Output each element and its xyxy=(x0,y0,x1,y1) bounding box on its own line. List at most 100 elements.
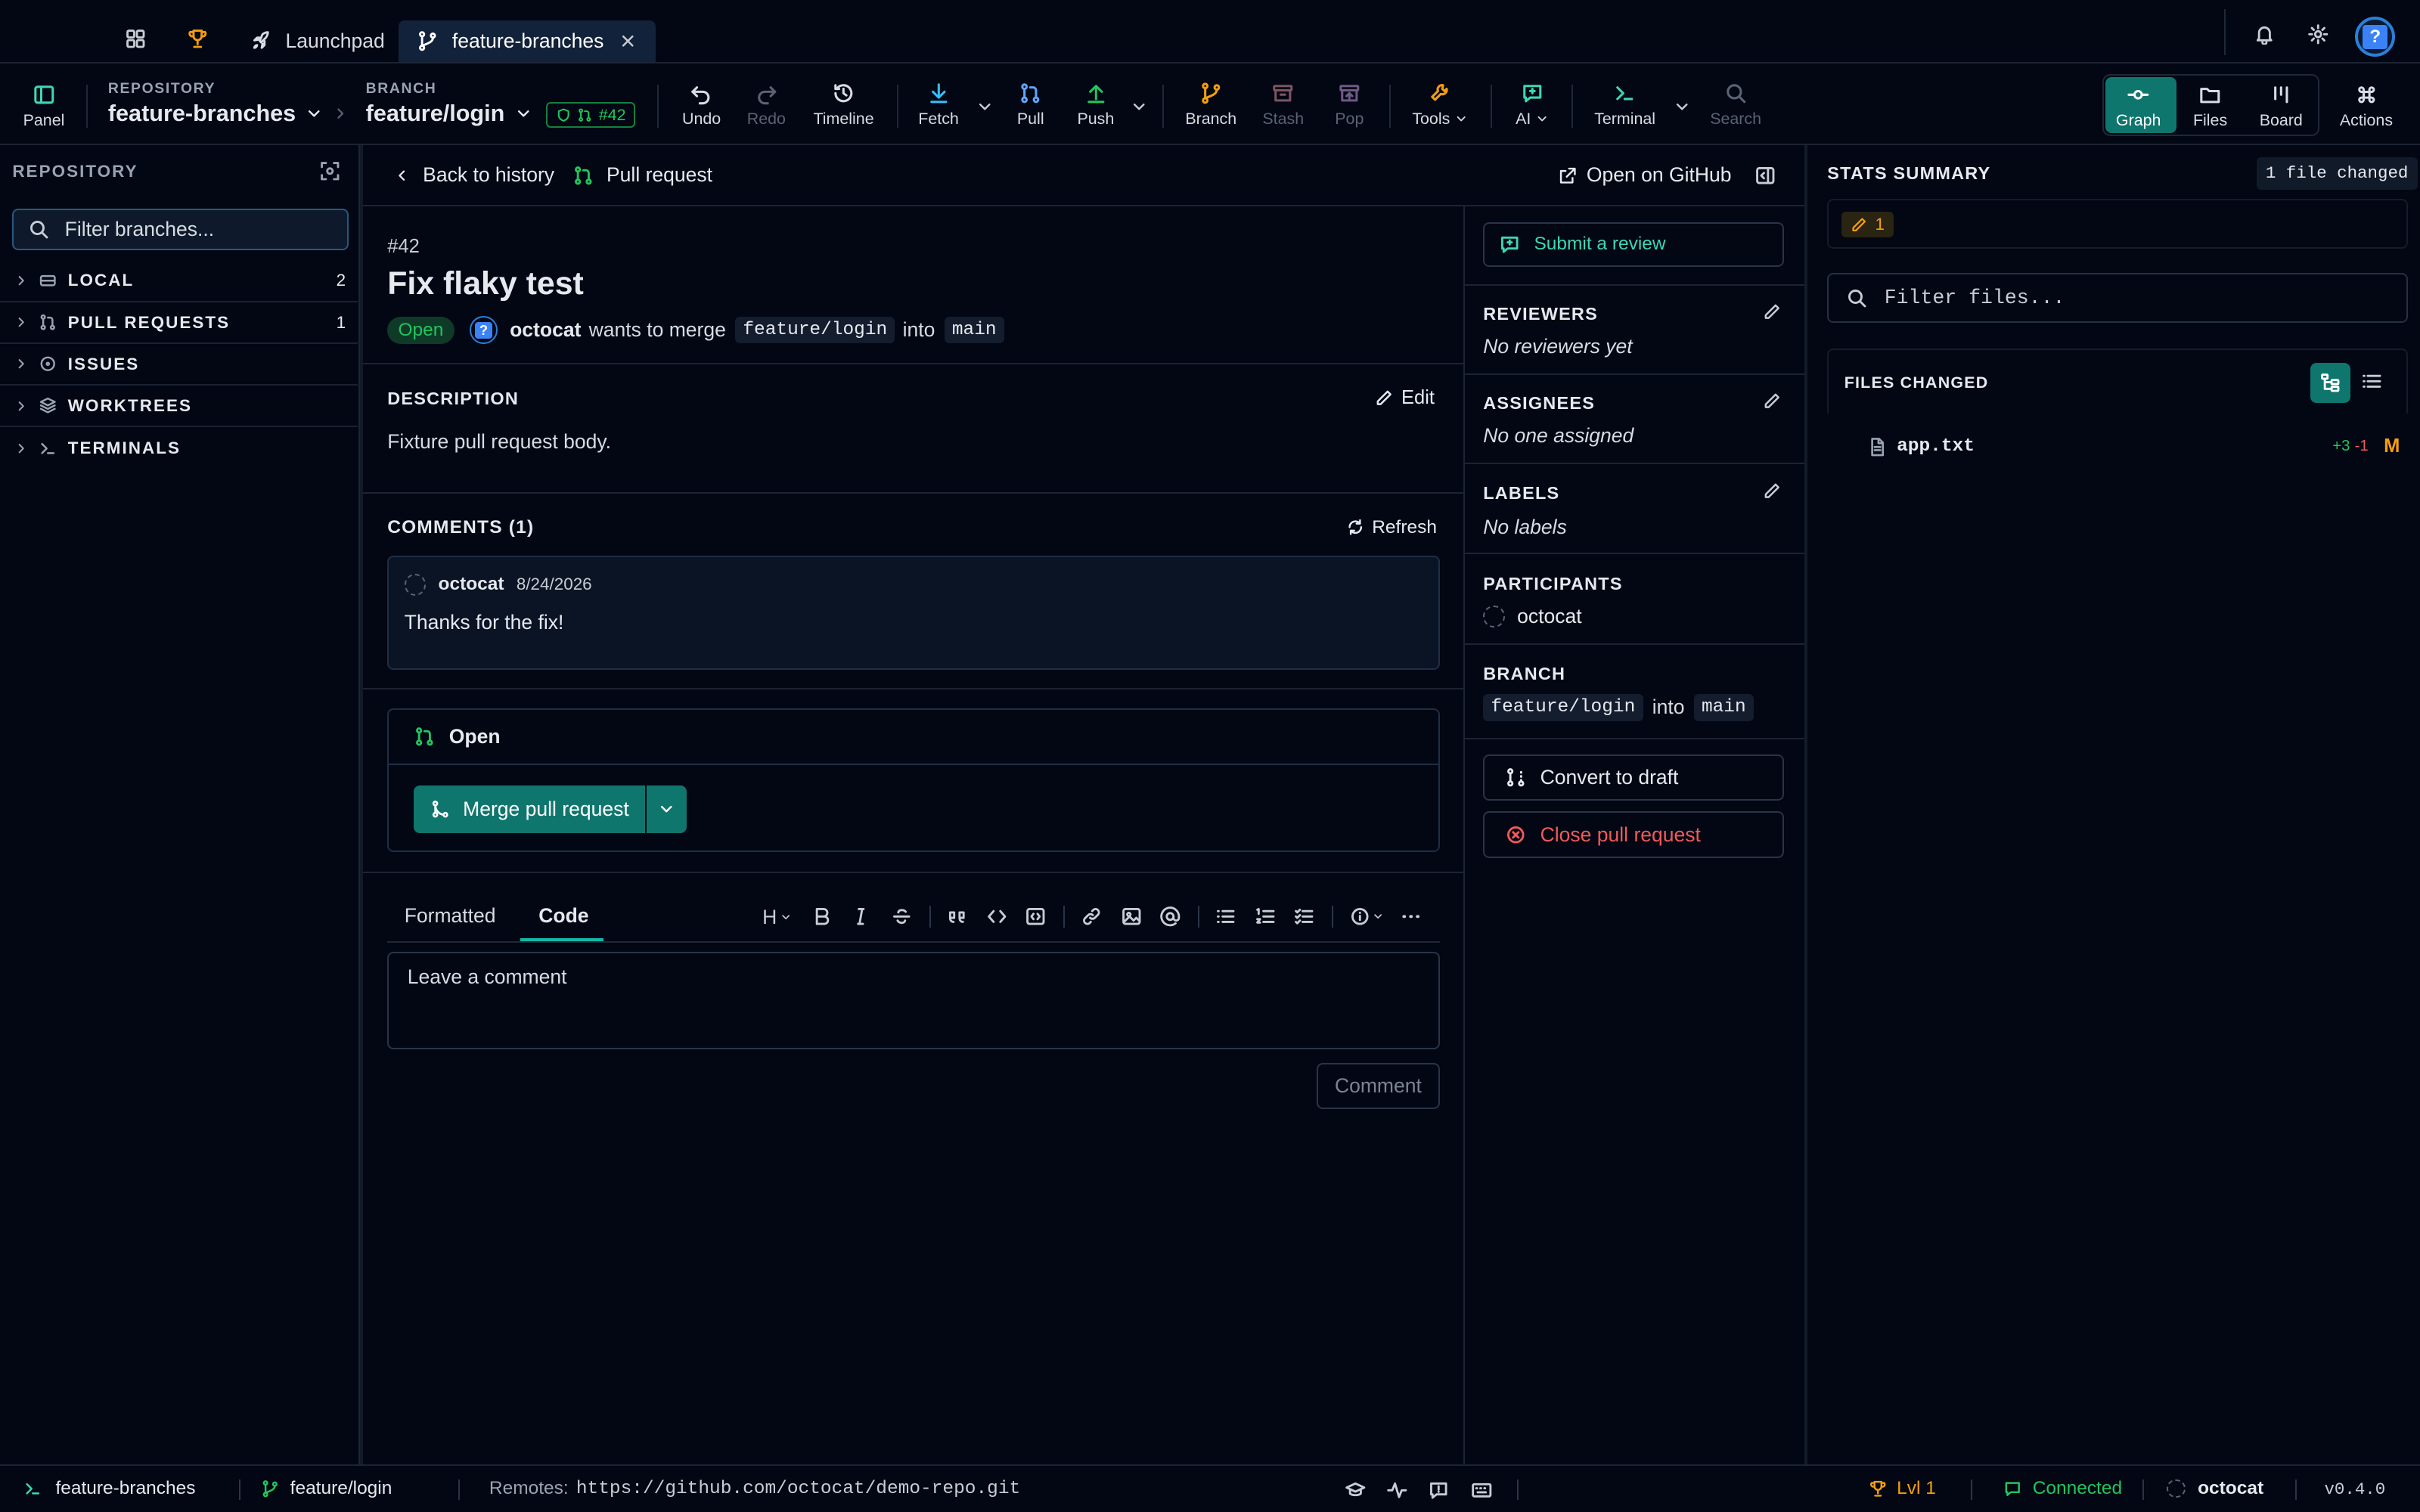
comment-date: 8/24/2026 xyxy=(516,575,592,594)
merge-state-label: Open xyxy=(448,725,501,748)
tree-view-icon[interactable] xyxy=(2310,362,2351,403)
resize-handle[interactable] xyxy=(1804,144,1807,1464)
pencil-icon[interactable] xyxy=(1763,392,1781,410)
heading-icon[interactable]: H xyxy=(762,906,793,929)
terminal-button[interactable]: Terminal xyxy=(1594,82,1655,129)
close-icon[interactable] xyxy=(619,32,637,50)
gear-icon[interactable] xyxy=(2307,23,2329,45)
italic-icon[interactable] xyxy=(850,906,872,928)
bullet-list-icon[interactable] xyxy=(1215,906,1236,928)
open-on-github-link[interactable]: Open on GitHub xyxy=(1559,163,1732,187)
files-button[interactable]: Files xyxy=(2193,83,2227,130)
repo-selector[interactable]: REPOSITORY feature-branches xyxy=(108,80,324,127)
stash-button[interactable]: Stash xyxy=(1262,82,1304,129)
pop-button[interactable]: Pop xyxy=(1335,82,1364,129)
resize-handle[interactable] xyxy=(359,144,363,1464)
numbered-list-icon[interactable] xyxy=(1255,906,1277,928)
graph-button[interactable]: Graph xyxy=(2116,83,2161,130)
undo-button[interactable]: Undo xyxy=(682,82,721,129)
feedback-icon[interactable] xyxy=(1428,1479,1450,1501)
edit-description-button[interactable]: Edit xyxy=(1375,387,1435,409)
panel-collapse-icon[interactable] xyxy=(1754,165,1776,187)
search-button[interactable]: Search xyxy=(1710,82,1761,129)
code-icon[interactable] xyxy=(986,906,1008,928)
chevron-down-icon[interactable] xyxy=(976,98,994,116)
sidebar-section-pull-requests[interactable]: PULL REQUESTS 1 xyxy=(0,302,358,345)
graduation-cap-icon[interactable] xyxy=(1345,1479,1367,1501)
tools-button[interactable]: Tools xyxy=(1412,82,1468,129)
trophy-icon[interactable] xyxy=(187,28,209,50)
convert-to-draft-button[interactable]: Convert to draft xyxy=(1483,754,1785,801)
filter-branches-input[interactable]: Filter branches... xyxy=(12,208,349,250)
tab-formatted[interactable]: Formatted xyxy=(405,904,496,928)
sidebar-section-terminals[interactable]: TERMINALS xyxy=(0,427,358,469)
focus-icon[interactable] xyxy=(319,160,341,182)
branch-label: BRANCH xyxy=(365,80,437,98)
sidebar-section-local[interactable]: LOCAL 2 xyxy=(0,261,358,302)
refresh-comments-button[interactable]: Refresh xyxy=(1346,517,1437,538)
fetch-button[interactable]: Fetch xyxy=(918,82,959,129)
search-icon xyxy=(28,218,50,240)
strikethrough-icon[interactable] xyxy=(891,906,913,928)
level-indicator[interactable]: Lvl 1 xyxy=(1869,1478,1936,1499)
chevron-down-icon[interactable] xyxy=(1130,98,1148,116)
code-block-icon[interactable] xyxy=(1025,906,1047,928)
branch-button[interactable]: Branch xyxy=(1185,82,1236,129)
more-icon[interactable] xyxy=(1400,906,1422,928)
pr-description: Fixture pull request body. xyxy=(387,430,611,454)
keyboard-icon[interactable] xyxy=(1471,1479,1493,1501)
avatar[interactable]: ? xyxy=(2355,17,2396,57)
filter-files-input[interactable]: Filter files... xyxy=(1827,273,2408,323)
status-user[interactable]: octocat xyxy=(2167,1478,2263,1499)
files-changed-header: FILES CHANGED xyxy=(1827,349,2408,414)
image-icon[interactable] xyxy=(1121,906,1143,928)
pencil-icon[interactable] xyxy=(1763,482,1781,500)
link-icon[interactable] xyxy=(1081,906,1103,928)
tab-launchpad[interactable]: Launchpad xyxy=(231,20,403,62)
file-icon xyxy=(1867,437,1888,457)
task-list-icon[interactable] xyxy=(1293,906,1315,928)
connection-status[interactable]: Connected xyxy=(2003,1478,2122,1499)
timeline-button[interactable]: Timeline xyxy=(814,82,874,129)
actions-button[interactable]: Actions xyxy=(2340,83,2393,130)
activity-icon[interactable] xyxy=(1386,1479,1408,1501)
pencil-icon[interactable] xyxy=(1763,302,1781,321)
close-pull-request-button[interactable]: Close pull request xyxy=(1483,811,1785,858)
stash-label: Stash xyxy=(1262,109,1305,128)
chevron-down-icon[interactable] xyxy=(1673,98,1691,116)
status-repo[interactable]: feature-branches xyxy=(23,1478,195,1499)
panel-button[interactable]: Panel xyxy=(23,83,64,130)
pull-button[interactable]: Pull xyxy=(1017,82,1044,129)
merge-pull-request-button[interactable]: Merge pull request xyxy=(413,785,645,833)
ai-button[interactable]: AI xyxy=(1516,82,1550,129)
chevron-right-icon xyxy=(14,273,29,288)
head-branch: feature/login xyxy=(1483,694,1643,721)
tab-code[interactable]: Code xyxy=(520,892,603,941)
pr-badge[interactable]: #42 xyxy=(546,101,635,129)
mention-icon[interactable] xyxy=(1159,906,1181,928)
quote-icon[interactable] xyxy=(946,906,968,928)
comment-textarea[interactable]: Leave a comment xyxy=(387,952,1441,1049)
sidebar-section-worktrees[interactable]: WORKTREES xyxy=(0,386,358,428)
pr-author[interactable]: octocat xyxy=(510,318,581,342)
submit-review-button[interactable]: Submit a review xyxy=(1483,222,1785,268)
merge-options-dropdown[interactable] xyxy=(647,785,687,833)
bold-icon[interactable] xyxy=(811,906,833,928)
bell-icon[interactable] xyxy=(2254,23,2276,45)
info-icon[interactable] xyxy=(1349,906,1385,928)
status-branch[interactable]: feature/login xyxy=(261,1478,392,1499)
history-icon xyxy=(832,82,855,105)
comment-button[interactable]: Comment xyxy=(1316,1063,1441,1110)
branch-selector[interactable]: BRANCH feature/login xyxy=(366,80,532,127)
tab-feature-branches[interactable]: feature-branches xyxy=(398,20,656,62)
archive-icon xyxy=(1271,82,1295,105)
board-button[interactable]: Board xyxy=(2260,83,2303,130)
grid-icon[interactable] xyxy=(125,28,147,50)
file-item[interactable]: app.txt +3 -1 M xyxy=(1867,433,2400,460)
back-to-history-link[interactable]: Back to history xyxy=(393,163,554,187)
list-view-icon[interactable] xyxy=(2361,370,2383,392)
redo-button[interactable]: Redo xyxy=(747,82,786,129)
merge-button-label: Merge pull request xyxy=(463,797,629,820)
sidebar-section-issues[interactable]: ISSUES xyxy=(0,344,358,386)
push-button[interactable]: Push xyxy=(1077,82,1114,129)
